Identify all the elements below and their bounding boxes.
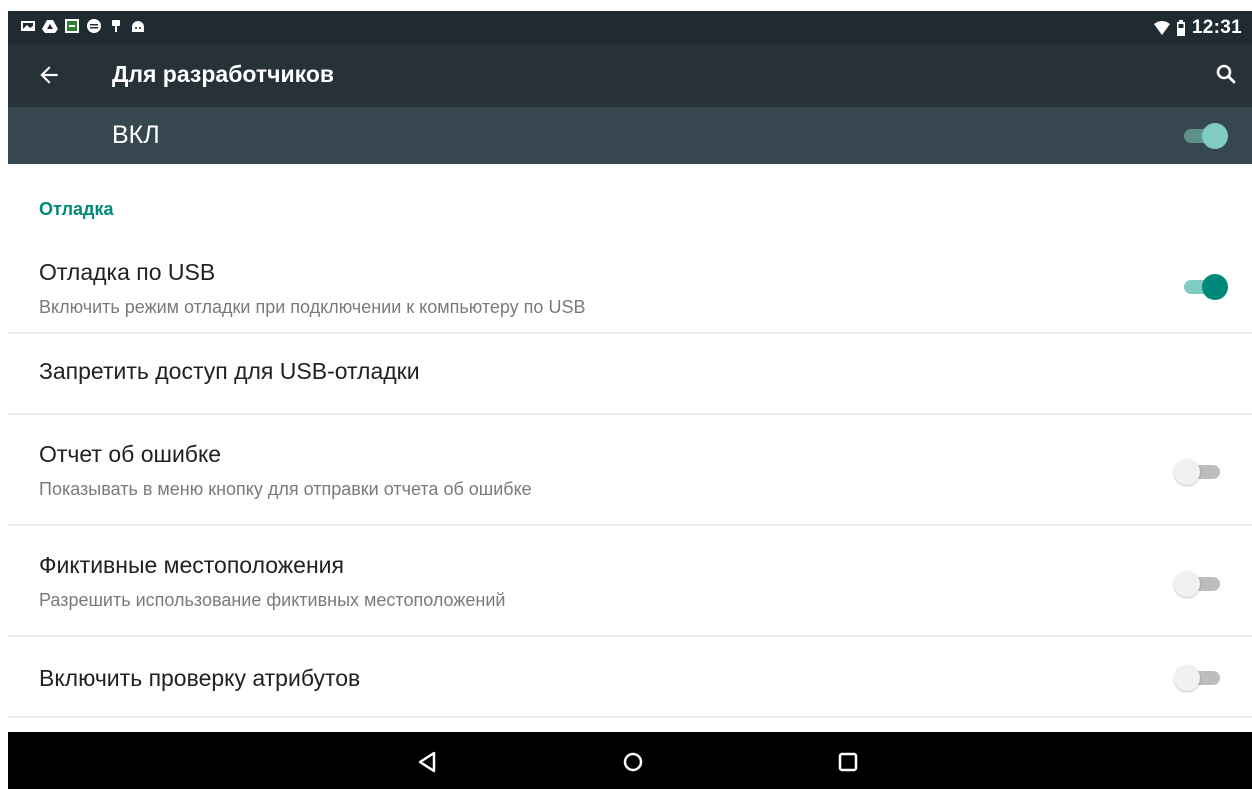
notification-icons bbox=[20, 18, 146, 34]
wifi-icon bbox=[1153, 21, 1170, 35]
setting-title: Запретить доступ для USB-отладки bbox=[39, 358, 420, 384]
master-switch-toggle[interactable] bbox=[1180, 122, 1228, 149]
search-icon[interactable] bbox=[1214, 62, 1238, 86]
setting-subtitle: Показывать в меню кнопку для отправки от… bbox=[39, 479, 532, 499]
setting-title: Отчет об ошибке bbox=[39, 441, 222, 467]
media-icon bbox=[87, 19, 101, 33]
page-title: Для разработчиков bbox=[112, 61, 335, 87]
clock: 12:31 bbox=[1191, 17, 1242, 38]
setting-subtitle: Включить режим отладки при подключении к… bbox=[39, 297, 586, 317]
setting-usb-debugging[interactable]: Отладка по USB Включить режим отладки пр… bbox=[8, 243, 1252, 331]
setting-title: Фиктивные местоположения bbox=[39, 552, 344, 578]
bug-report-toggle[interactable] bbox=[1174, 458, 1222, 485]
setting-revoke-usb-debugging[interactable]: Запретить доступ для USB-отладки bbox=[8, 334, 1252, 412]
screen: 12:31 Для разработчиков ВКЛ Отладка Отла… bbox=[8, 11, 1252, 789]
back-icon[interactable] bbox=[414, 748, 442, 776]
usb-debugging-toggle[interactable] bbox=[1180, 273, 1228, 300]
screenshot-icon bbox=[65, 19, 79, 33]
app-bar: Для разработчиков bbox=[8, 44, 1252, 107]
home-icon[interactable] bbox=[619, 748, 647, 776]
attribute-inspection-toggle[interactable] bbox=[1174, 664, 1222, 691]
battery-icon bbox=[1176, 20, 1185, 36]
setting-bug-report[interactable]: Отчет об ошибке Показывать в меню кнопку… bbox=[8, 415, 1252, 523]
status-bar: 12:31 bbox=[8, 11, 1252, 44]
drive-icon bbox=[42, 20, 58, 33]
section-header-debugging: Отладка bbox=[39, 199, 114, 219]
setting-subtitle: Разрешить использование фиктивных местоп… bbox=[39, 590, 506, 610]
gallery-icon bbox=[21, 21, 35, 31]
setting-title: Отладка по USB bbox=[39, 259, 216, 285]
setting-attribute-inspection[interactable]: Включить проверку атрибутов bbox=[8, 637, 1252, 715]
android-icon bbox=[132, 21, 144, 32]
navigation-bar bbox=[8, 732, 1252, 789]
setting-title: Включить проверку атрибутов bbox=[39, 665, 361, 691]
setting-mock-locations[interactable]: Фиктивные местоположения Разрешить испол… bbox=[8, 526, 1252, 634]
recents-icon[interactable] bbox=[834, 748, 862, 776]
usb-icon bbox=[112, 20, 120, 32]
master-switch-label: ВКЛ bbox=[112, 121, 160, 149]
back-arrow-icon[interactable] bbox=[36, 62, 62, 88]
divider bbox=[8, 716, 1252, 718]
mock-locations-toggle[interactable] bbox=[1174, 570, 1222, 597]
master-switch-bar[interactable]: ВКЛ bbox=[8, 107, 1252, 164]
status-right: 12:31 bbox=[1153, 17, 1242, 39]
